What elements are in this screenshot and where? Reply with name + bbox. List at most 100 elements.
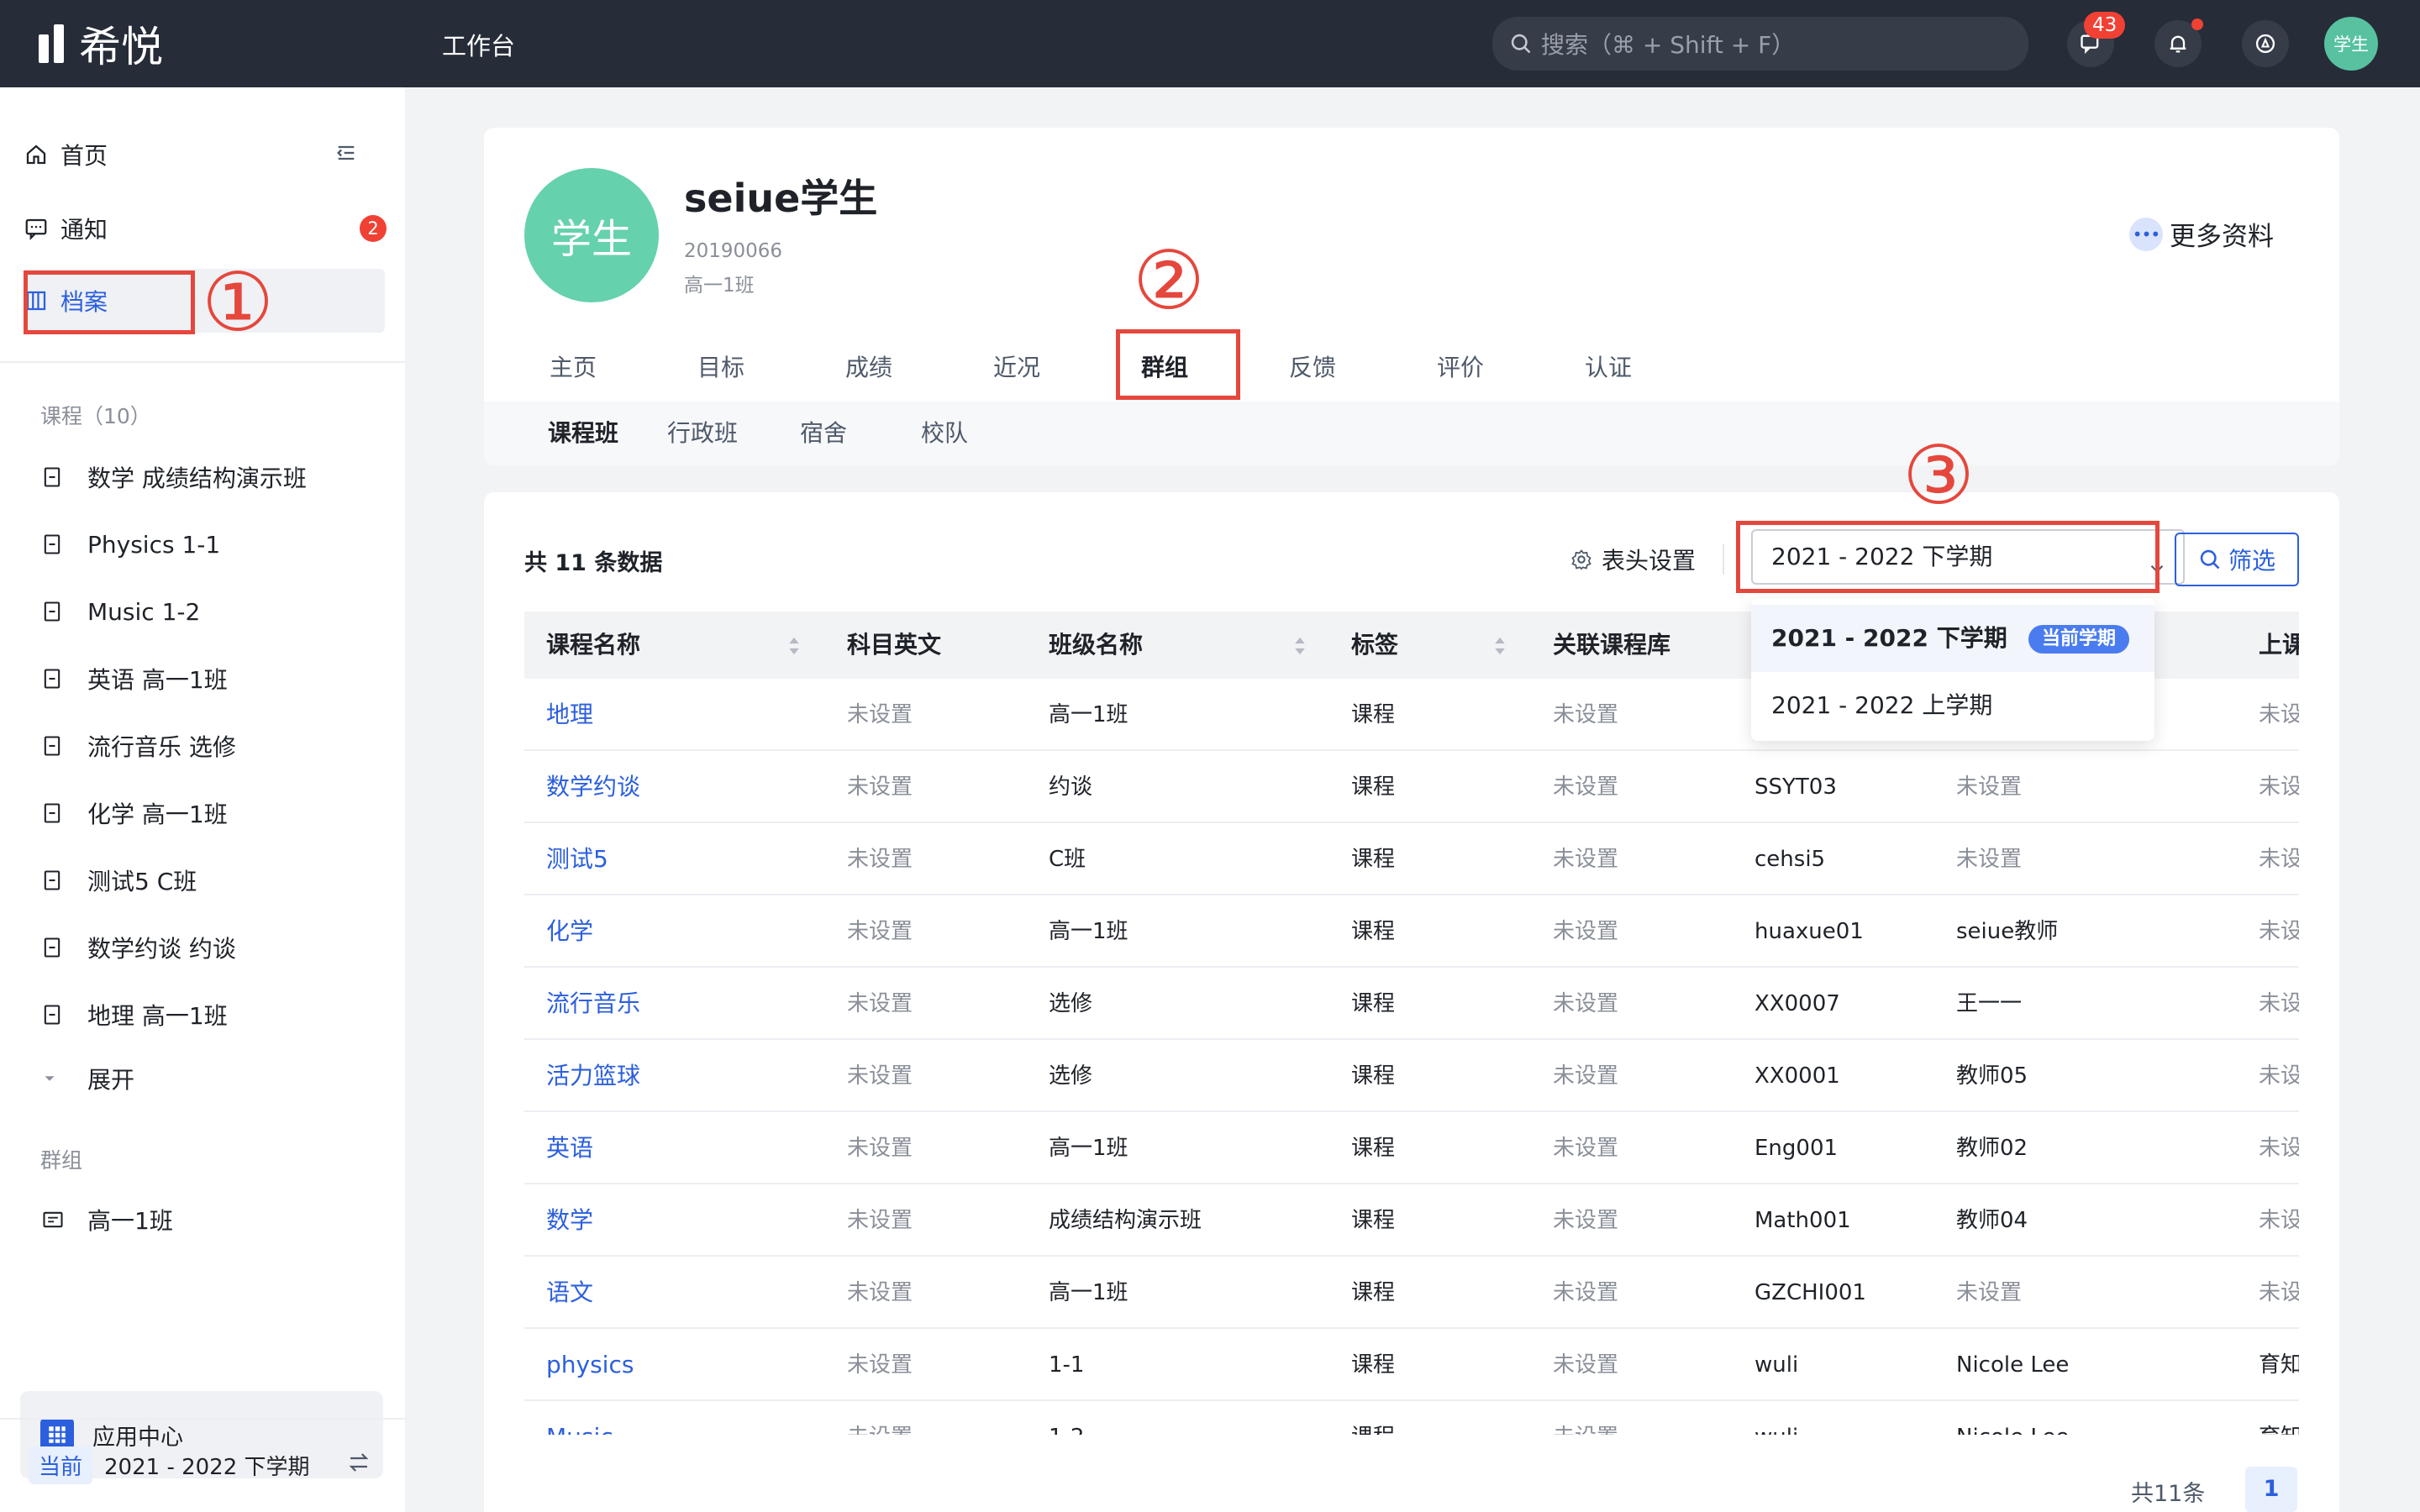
sidebar-item-notifications[interactable]: 通知 2 xyxy=(24,197,387,260)
workbench-link[interactable]: 工作台 xyxy=(442,27,515,62)
app-logo[interactable]: 希悦 xyxy=(37,18,163,71)
header-settings-label: 表头设置 xyxy=(1602,547,1697,575)
table-cell: 未设置 xyxy=(1956,774,2023,800)
sidebar-course-item[interactable]: 数学 成绩结构演示班 xyxy=(40,452,307,502)
table-cell: 高一1班 xyxy=(1049,919,1128,944)
pager-page-button[interactable]: 1 xyxy=(2245,1467,2297,1512)
table-cell: 未设 xyxy=(2259,1280,2299,1305)
sort-icon[interactable] xyxy=(786,635,802,660)
table-cell: cehsi5 xyxy=(1754,847,1826,872)
tab-certification[interactable]: 认证 xyxy=(1536,334,1681,402)
sidebar-group-item[interactable]: 高一1班 xyxy=(40,1194,173,1245)
course-name-link[interactable]: 语文 xyxy=(546,1257,593,1329)
term-option[interactable]: 2021 - 2022 下学期 当前学期 xyxy=(1751,605,2154,672)
search-placeholder: 搜索（⌘ + Shift + F） xyxy=(1541,31,1796,59)
course-name-link[interactable]: 测试5 xyxy=(546,823,608,895)
course-icon xyxy=(40,533,87,556)
course-name-link[interactable]: physics xyxy=(546,1329,634,1401)
table-cell: 育知 xyxy=(2259,1401,2299,1435)
subtab-admin-class[interactable]: 行政班 xyxy=(667,402,738,465)
sidebar-course-item[interactable]: 流行音乐 选修 xyxy=(40,721,236,771)
subtab-dormitory[interactable]: 宿舍 xyxy=(800,402,847,465)
table-cell: 课程 xyxy=(1351,1063,1396,1089)
expand-courses-button[interactable]: 展开 xyxy=(40,1053,134,1104)
sidebar-item-label: 首页 xyxy=(60,142,108,170)
course-name-link[interactable]: Music xyxy=(546,1401,613,1435)
sidebar-course-item[interactable]: 数学约谈 约谈 xyxy=(40,922,236,973)
sidebar-course-item[interactable]: 化学 高一1班 xyxy=(40,788,228,838)
table-cell: 未设置 xyxy=(1553,774,1619,800)
tab-evaluation[interactable]: 评价 xyxy=(1388,334,1533,402)
groups-heading: 群组 xyxy=(40,1148,83,1173)
filter-button[interactable]: 筛选 xyxy=(2175,533,2299,586)
table-cell: 未设置 xyxy=(1553,991,1619,1016)
table-cell: 课程 xyxy=(1351,991,1396,1016)
table-row: 化学 未设置 高一1班 课程 未设置 huaxue01 seiue教师 未设 xyxy=(524,895,2299,968)
table-cell: wuli xyxy=(1754,1401,1798,1435)
group-label: 高一1班 xyxy=(87,1207,173,1235)
collapse-sidebar-icon[interactable] xyxy=(334,141,358,168)
subtab-school-team[interactable]: 校队 xyxy=(921,402,968,465)
table-cell: 未设置 xyxy=(847,702,913,727)
tab-recent[interactable]: 近况 xyxy=(944,334,1089,402)
sidebar-divider xyxy=(0,361,405,363)
group-subtabs: 课程班 行政班 宿舍 校队 xyxy=(484,402,2339,465)
search-icon xyxy=(1511,34,1531,54)
tab-goals[interactable]: 目标 xyxy=(649,334,793,402)
course-name-link[interactable]: 数学 xyxy=(546,1184,593,1257)
course-icon xyxy=(40,465,87,489)
profile-card: 学生 seiue学生 20190066 高一1班 ••• 更多资料 主页 目标 … xyxy=(484,128,2339,465)
table-cell: 未设置 xyxy=(847,1352,913,1378)
course-label: 化学 高一1班 xyxy=(87,801,228,828)
sidebar-course-item[interactable]: 测试5 C班 xyxy=(40,855,197,906)
header-settings-button[interactable]: 表头设置 xyxy=(1570,543,1696,576)
term-option[interactable]: 2021 - 2022 上学期 xyxy=(1751,672,2154,739)
subtab-course-class[interactable]: 课程班 xyxy=(548,402,618,465)
table-row: 数学约谈 未设置 约谈 课程 未设置 SSYT03 未设置 未设 xyxy=(524,751,2299,823)
sidebar-course-item[interactable]: Physics 1-1 xyxy=(40,519,220,570)
course-label: Physics 1-1 xyxy=(87,530,221,559)
column-header[interactable]: 课程名称 xyxy=(546,612,640,679)
table-cell: 课程 xyxy=(1351,1136,1396,1161)
table-cell: 未设置 xyxy=(847,1280,913,1305)
table-cell: 未设置 xyxy=(1553,847,1619,872)
sidebar-course-item[interactable]: 地理 高一1班 xyxy=(40,990,228,1040)
table-cell: 未设 xyxy=(2259,702,2299,727)
table-row: 活力篮球 未设置 选修 课程 未设置 XX0001 教师05 未设 xyxy=(524,1040,2299,1112)
course-name-link[interactable]: 化学 xyxy=(546,895,593,968)
course-name-link[interactable]: 地理 xyxy=(546,679,593,751)
user-avatar[interactable]: 学生 xyxy=(2324,17,2378,71)
table-cell: 未设置 xyxy=(1956,847,2023,872)
global-search-input[interactable]: 搜索（⌘ + Shift + F） xyxy=(1492,17,2028,71)
course-label: 地理 高一1班 xyxy=(87,1002,228,1030)
column-header[interactable]: 班级名称 xyxy=(1049,612,1143,679)
profile-name: seiue学生 xyxy=(684,176,878,221)
pager-total: 共11条 xyxy=(2131,1481,2206,1507)
course-name-link[interactable]: 流行音乐 xyxy=(546,968,640,1040)
help-button[interactable] xyxy=(2242,20,2289,67)
course-name-link[interactable]: 数学约谈 xyxy=(546,751,640,823)
sidebar-course-item[interactable]: 英语 高一1班 xyxy=(40,654,228,704)
sort-icon[interactable] xyxy=(1492,635,1507,660)
sidebar-item-home[interactable]: 首页 xyxy=(24,123,385,186)
sort-icon[interactable] xyxy=(1292,635,1307,660)
table-row: physics 未设置 1-1 课程 未设置 wuli Nicole Lee 育… xyxy=(524,1329,2299,1401)
swap-icon[interactable] xyxy=(346,1450,371,1481)
table-cell: 教师04 xyxy=(1956,1208,2028,1233)
tab-home[interactable]: 主页 xyxy=(501,334,645,402)
more-info-button[interactable]: ••• 更多资料 xyxy=(2129,215,2274,253)
table-cell: 未设 xyxy=(2259,919,2299,944)
current-term-bar[interactable]: 当前 2021 - 2022 下学期 xyxy=(0,1418,405,1512)
course-name-link[interactable]: 英语 xyxy=(546,1112,593,1184)
table-cell: huaxue01 xyxy=(1754,919,1864,944)
tab-feedback[interactable]: 反馈 xyxy=(1240,334,1385,402)
table-cell: 课程 xyxy=(1351,1352,1396,1378)
course-name-link[interactable]: 活力篮球 xyxy=(546,1040,640,1112)
table-cell: C班 xyxy=(1049,847,1086,872)
table-cell: 高一1班 xyxy=(1049,1280,1128,1305)
current-term-tag: 当前学期 xyxy=(2028,625,2130,654)
tab-grades[interactable]: 成绩 xyxy=(797,334,941,402)
column-header[interactable]: 标签 xyxy=(1351,612,1398,679)
group-icon xyxy=(40,1208,87,1231)
sidebar-course-item[interactable]: Music 1-2 xyxy=(40,586,200,637)
